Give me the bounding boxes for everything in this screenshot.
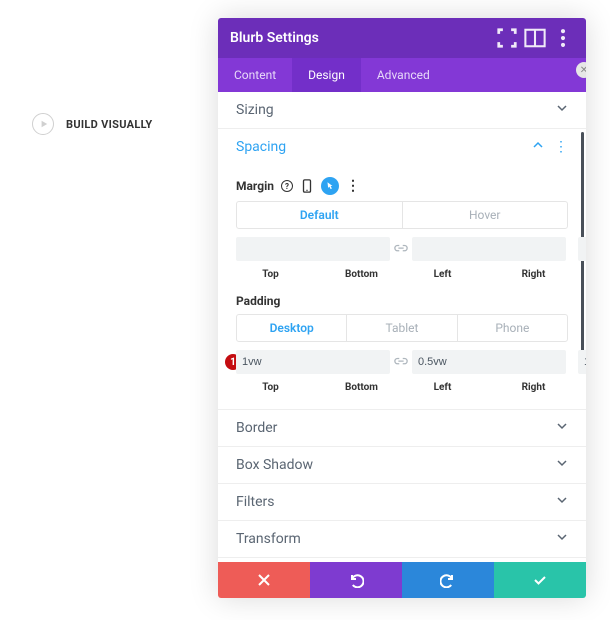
device-tablet[interactable]: Tablet: [347, 315, 457, 341]
more-icon[interactable]: [552, 27, 574, 49]
phone-icon[interactable]: [300, 179, 314, 193]
padding-left-input[interactable]: [578, 350, 586, 374]
spacing-body: Margin ? ⋮ Default Hover: [218, 165, 586, 409]
build-visually-link[interactable]: BUILD VISUALLY: [32, 113, 153, 135]
margin-top-label: Top: [236, 265, 305, 282]
section-filters-label: Filters: [236, 494, 275, 510]
module-tabs: Content Design Advanced ✕: [218, 58, 586, 92]
state-default[interactable]: Default: [237, 202, 403, 228]
chevron-down-icon: [556, 457, 568, 473]
padding-inputs: 1: [236, 350, 568, 374]
margin-top-input[interactable]: [236, 237, 390, 261]
chevron-down-icon: [556, 420, 568, 436]
section-border-label: Border: [236, 420, 277, 436]
state-hover[interactable]: Hover: [403, 202, 568, 228]
close-icon[interactable]: ✕: [576, 62, 586, 78]
margin-inputs: [236, 237, 568, 261]
panel-body: Sizing Spacing ⋮ Margin ?: [218, 92, 586, 562]
undo-button[interactable]: [310, 562, 402, 598]
columns-icon[interactable]: [524, 27, 546, 49]
padding-top-label: Top: [236, 378, 305, 395]
margin-left-input[interactable]: [578, 237, 586, 261]
tab-content[interactable]: Content: [218, 58, 292, 92]
margin-state-tabs: Default Hover: [236, 201, 568, 229]
panel-header: Blurb Settings: [218, 18, 586, 58]
expand-icon[interactable]: [496, 27, 518, 49]
section-sizing-label: Sizing: [236, 102, 274, 118]
margin-right-label: Right: [499, 265, 568, 282]
padding-header: Padding: [236, 294, 568, 308]
section-more-icon[interactable]: ⋮: [554, 139, 568, 155]
chevron-down-icon: [556, 531, 568, 547]
margin-header: Margin ? ⋮: [236, 177, 568, 195]
link-icon[interactable]: [392, 237, 410, 261]
section-filters[interactable]: Filters: [218, 484, 586, 520]
play-icon: [32, 113, 54, 135]
margin-label: Margin: [236, 179, 274, 193]
link-icon[interactable]: [392, 350, 410, 374]
chevron-down-icon: [556, 102, 568, 118]
help-icon[interactable]: ?: [281, 180, 293, 192]
hover-state-icon[interactable]: [321, 177, 339, 195]
padding-bottom-label: Bottom: [327, 378, 396, 395]
section-spacing[interactable]: Spacing ⋮: [218, 129, 586, 165]
redo-button[interactable]: [402, 562, 494, 598]
margin-left-label: Left: [408, 265, 477, 282]
action-bar: [218, 562, 586, 598]
chevron-down-icon: [556, 494, 568, 510]
margin-bottom-input[interactable]: [412, 237, 566, 261]
build-visually-label: BUILD VISUALLY: [66, 118, 153, 131]
padding-top-input[interactable]: [236, 350, 390, 374]
tab-design[interactable]: Design: [292, 58, 361, 92]
section-sizing[interactable]: Sizing: [218, 92, 586, 128]
cancel-button[interactable]: [218, 562, 310, 598]
device-phone[interactable]: Phone: [458, 315, 567, 341]
device-desktop[interactable]: Desktop: [237, 315, 347, 341]
settings-panel: Blurb Settings Content Design Advanced ✕…: [218, 18, 586, 598]
section-transform-label: Transform: [236, 531, 301, 547]
padding-right-label: Right: [499, 378, 568, 395]
section-box-shadow-label: Box Shadow: [236, 457, 313, 473]
padding-bottom-input[interactable]: [412, 350, 566, 374]
section-spacing-label: Spacing: [236, 139, 286, 155]
padding-left-label: Left: [408, 378, 477, 395]
save-button[interactable]: [494, 562, 586, 598]
chevron-up-icon: [532, 139, 544, 155]
tab-advanced[interactable]: Advanced: [361, 58, 446, 92]
margin-more-icon[interactable]: ⋮: [346, 178, 360, 194]
section-border[interactable]: Border: [218, 410, 586, 446]
section-transform[interactable]: Transform: [218, 521, 586, 557]
padding-label: Padding: [236, 294, 280, 308]
padding-device-tabs: Desktop Tablet Phone: [236, 314, 568, 342]
section-animation[interactable]: Animation: [218, 558, 586, 562]
margin-bottom-label: Bottom: [327, 265, 396, 282]
panel-title: Blurb Settings: [230, 30, 490, 46]
section-box-shadow[interactable]: Box Shadow: [218, 447, 586, 483]
